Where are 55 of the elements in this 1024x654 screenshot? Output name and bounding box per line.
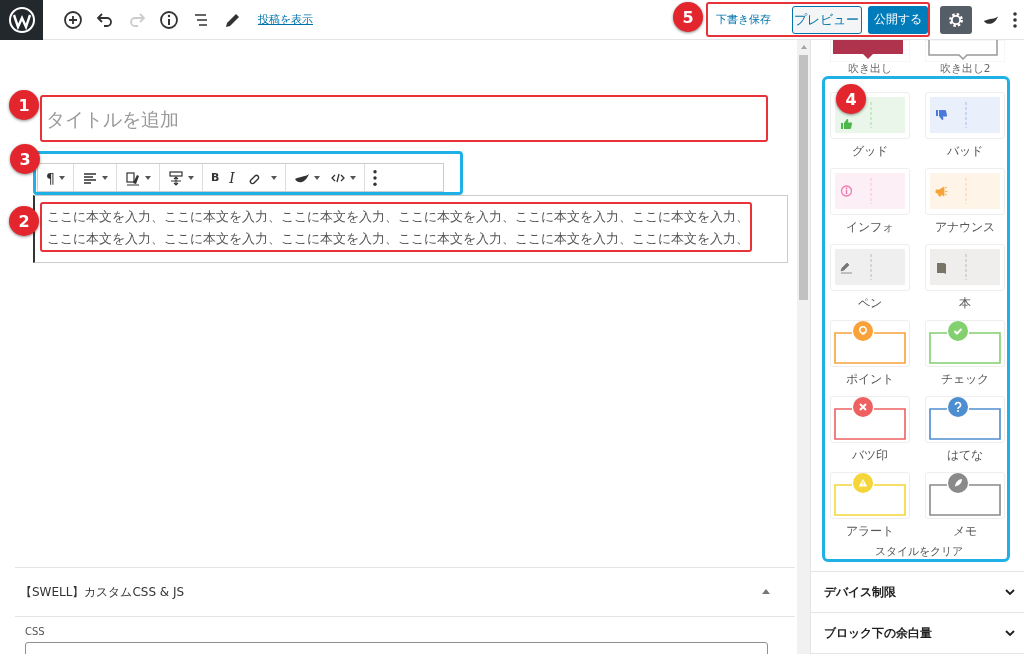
style-label: バッド xyxy=(946,143,984,160)
lightbulb-icon xyxy=(853,321,873,341)
style-option[interactable] xyxy=(830,396,910,443)
step-number-marker: 1 xyxy=(9,90,39,120)
step-number-marker: 2 xyxy=(9,206,39,236)
style-label: ペン xyxy=(857,295,883,312)
logo-icon[interactable] xyxy=(7,5,36,34)
clear-styles-button[interactable]: スタイルをクリア xyxy=(874,544,963,559)
style-label: メモ xyxy=(952,523,978,540)
panel-title: 【SWELL】カスタムCSS & JS xyxy=(20,583,185,601)
step-number-marker: 4 xyxy=(836,84,866,114)
spacing-icon xyxy=(167,169,184,186)
format-button[interactable]: I xyxy=(225,164,239,191)
style-label: 吹き出し xyxy=(847,62,893,75)
style-preview-drawing[interactable] xyxy=(830,40,910,62)
style-label: チェック xyxy=(940,371,990,388)
warning-icon xyxy=(853,473,873,493)
style-label: アナウンス xyxy=(934,219,996,236)
view-post-link[interactable]: 投稿を表示 xyxy=(258,12,313,27)
paragraph-text: ここに本文を入力、ここに本文を入力、ここに本文を入力、ここに本文を入力、ここに本文を入力、ここに本文を入力、 ここに本文を入力、ここに本文を入力、ここに本文を入力、ここに本文を入力、ここに本文を入力、ここに本文を入力、 xyxy=(47,208,750,248)
checkmark-icon xyxy=(948,321,968,341)
step-number-marker: 3 xyxy=(10,144,40,174)
chevron-icon[interactable] xyxy=(1004,627,1016,639)
settings-icon xyxy=(947,10,965,29)
style-label: ポイント xyxy=(845,371,895,388)
more-options-icon[interactable] xyxy=(1012,9,1018,30)
format-button[interactable]: ¶ xyxy=(42,164,69,191)
feather-icon xyxy=(948,473,968,493)
style-label: 吹き出し2 xyxy=(938,62,992,75)
style-label: バツ印 xyxy=(851,447,889,464)
style-option[interactable] xyxy=(925,472,1005,519)
publish-button[interactable]: 公開する xyxy=(867,5,928,34)
collapse-toggle-icon[interactable] xyxy=(761,587,771,597)
style-label: インフォ xyxy=(845,219,895,236)
preview-button[interactable]: プレビュー xyxy=(791,5,862,34)
cross-icon xyxy=(853,397,873,417)
chevron-icon[interactable] xyxy=(1004,586,1016,598)
style-label: はてな xyxy=(946,447,984,464)
style-label: 本 xyxy=(958,295,972,312)
title-field[interactable]: タイトルを追加 xyxy=(42,97,766,140)
question-icon xyxy=(948,397,968,417)
save-draft-button[interactable]: 下書き保存 xyxy=(716,12,786,27)
more-options-icon xyxy=(372,169,377,186)
style-label: アラート xyxy=(845,523,895,540)
section-title: デバイス制限 xyxy=(824,583,896,601)
field-label: CSS xyxy=(25,626,46,637)
settings-button[interactable] xyxy=(940,5,972,34)
step-number-marker: 5 xyxy=(673,2,703,32)
scrollbar[interactable] xyxy=(797,40,810,654)
section-title: ブロック下の余白量 xyxy=(824,624,932,642)
highlighter-icon xyxy=(124,169,141,186)
format-button[interactable]: B xyxy=(206,164,224,191)
style-option[interactable] xyxy=(925,396,1005,443)
style-option[interactable] xyxy=(925,244,1005,291)
style-label: グッド xyxy=(851,143,889,160)
